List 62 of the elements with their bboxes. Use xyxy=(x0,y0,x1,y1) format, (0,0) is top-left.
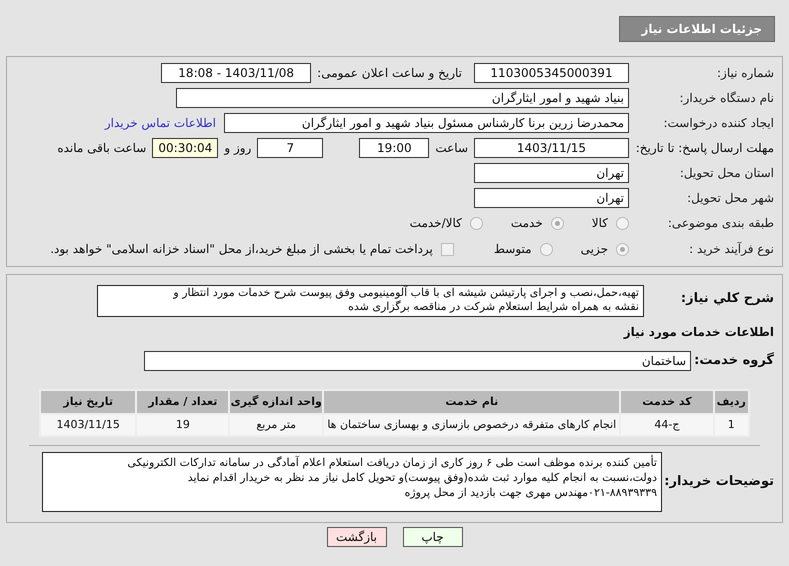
checkbox[interactable] xyxy=(440,242,454,256)
print-button[interactable]: چاپ xyxy=(402,527,462,547)
field-label: نوع فرآیند خرید : xyxy=(688,241,774,258)
field-label: توضیحات خریدار: xyxy=(663,473,774,492)
text-field[interactable]: 1103005345000391 xyxy=(474,63,629,83)
table-cell: ج-44 xyxy=(620,414,714,436)
column-header: ردیف xyxy=(714,390,749,414)
radio-label: جزیی xyxy=(580,241,608,258)
column-header: واحد اندازه گیری xyxy=(229,390,324,414)
text-field[interactable]: تهران xyxy=(474,163,629,183)
field-label: طبقه بندی موضوعی: xyxy=(666,215,774,232)
radio-label: متوسط xyxy=(494,241,532,258)
radio-button[interactable] xyxy=(616,242,629,256)
radio-label: کالا/خدمت xyxy=(410,215,462,232)
text-field[interactable]: 1403/11/08 - 18:08 xyxy=(161,63,312,83)
text-field[interactable]: محمدرضا زرین برنا کارشناس مسئول بنیاد شهید و امور ایثارگران xyxy=(224,113,629,133)
column-header: تعداد / مقدار xyxy=(136,390,230,414)
table-cell: متر مربع xyxy=(229,414,324,436)
checkbox-label: پرداخت تمام یا بخشی از مبلغ خرید،از محل "اسناد خزانه اسلامی" خواهد بود. xyxy=(50,241,433,258)
field-label: استان محل تحویل: xyxy=(678,165,774,182)
field-label: ایجاد کننده درخواست: xyxy=(662,115,774,132)
table-cell: 1403/11/15 xyxy=(40,414,136,436)
radio-label: کالا xyxy=(592,215,608,232)
table-cell: 19 xyxy=(136,414,230,436)
column-header: کد خدمت xyxy=(620,390,714,414)
field-label: مهلت ارسال پاسخ: تا تاریخ: xyxy=(634,141,774,155)
field-label: شماره نیاز: xyxy=(716,65,774,82)
text-field[interactable]: ساختمان xyxy=(144,351,691,371)
description-text: نقشه به همراه شرایط استعلام شرکت در مناقصه برگزاری شده xyxy=(347,300,639,314)
text-field[interactable]: 7 xyxy=(257,138,324,158)
notes-text: تأمین کننده برنده موظف است طی ۶ روز کاری از زمان دریافت استعلام اعلام آمادگی در سامانه تدارکات الکترونیکی xyxy=(126,455,657,470)
notes-textarea[interactable] xyxy=(42,452,662,512)
radio-button[interactable] xyxy=(550,216,564,230)
back-button[interactable]: بازگشت xyxy=(326,527,386,547)
radio-label: خدمت xyxy=(510,215,543,232)
field-label: روز و xyxy=(224,140,252,157)
description-text: تهیه،حمل،نصب و اجرای پارتیشن شیشه ای با قاب آلومینیومی وفق پیوست شرح خدمات مورد انتظار و xyxy=(172,286,639,300)
field-label: شهر محل تحویل: xyxy=(686,190,774,207)
radio-button[interactable] xyxy=(616,216,629,230)
contact-link[interactable]: اطلاعات تماس خریدار xyxy=(104,114,216,132)
field-label: ساعت xyxy=(435,140,468,157)
field-label: شرح کلي نیاز: xyxy=(680,290,774,308)
notes-text: ۰۲۱-۸۸۹۳۹۳۳۹مهندس مهری جهت بازدید از محل پروژه xyxy=(404,485,657,500)
page-title: جزئیات اطلاعات نیاز xyxy=(619,16,775,42)
field-label: نام دستگاه خریدار: xyxy=(678,90,774,107)
radio-button[interactable] xyxy=(540,242,553,256)
field-label: ساعت باقی مانده xyxy=(57,140,146,157)
notes-text: دولت،نسبت به انجام کلیه موارد ثبت شده(وفق پیوست)و تحویل کامل نیاز مد نظر به خریدار اقدام نماید xyxy=(186,470,657,485)
countdown-field[interactable]: 00:30:04 xyxy=(152,138,218,158)
field-label: گروه خدمت: xyxy=(693,351,774,370)
text-field[interactable]: بنیاد شهید و امور ایثارگران xyxy=(176,88,629,108)
text-field[interactable]: 1403/11/15 xyxy=(474,138,629,158)
column-header: تاریخ نیاز xyxy=(40,390,136,414)
column-header: نام خدمت xyxy=(323,390,620,414)
radio-button[interactable] xyxy=(470,216,483,230)
text-field[interactable]: تهران xyxy=(474,188,629,208)
text-field[interactable]: 19:00 xyxy=(359,138,430,158)
section-heading: اطلاعات خدمات مورد نیاز xyxy=(622,324,774,341)
table-cell: 1 xyxy=(714,414,749,436)
description-textarea[interactable]: تهیه،حمل،نصب و اجرای پارتیشن شیشه ای با قاب آلومینیومی وفق پیوست شرح خدمات مورد انتظار و نقشه به همراه شرایط استعلام شرکت در مناقصه برگزاری شده xyxy=(97,285,644,317)
field-label: تاریخ و ساعت اعلان عمومی: xyxy=(317,65,462,82)
table-cell: انجام کارهای متفرقه درخصوص بازسازی و بهسازی ساختمان ها xyxy=(323,414,620,436)
